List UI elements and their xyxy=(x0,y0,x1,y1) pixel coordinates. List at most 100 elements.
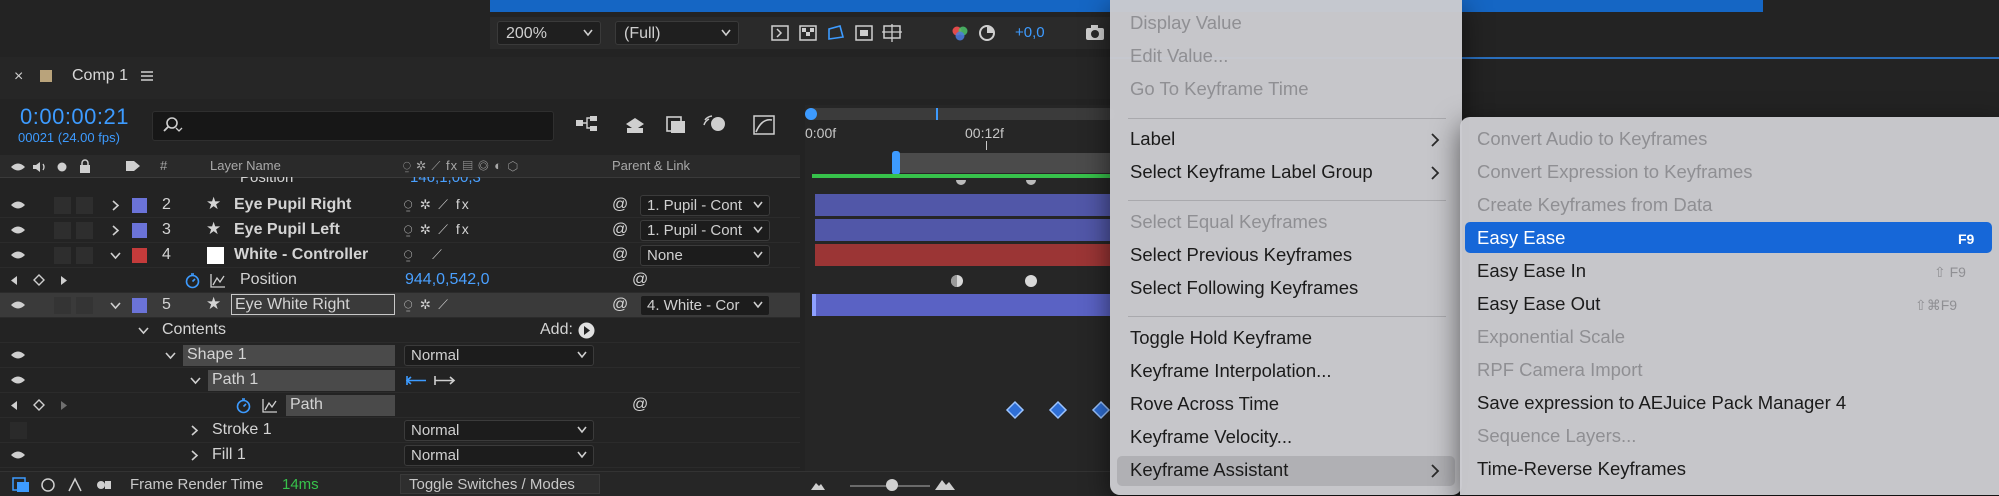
solo-toggle[interactable] xyxy=(54,222,71,239)
chevron-right-icon[interactable] xyxy=(112,200,120,211)
chevron-down-icon[interactable] xyxy=(110,302,121,310)
next-keyframe-icon[interactable] xyxy=(60,275,68,286)
blend-mode-select[interactable]: Normal xyxy=(404,445,594,466)
pickwhip-icon[interactable]: @ xyxy=(632,271,648,289)
chevron-right-icon[interactable] xyxy=(191,450,199,461)
pickwhip-icon[interactable]: @ xyxy=(612,221,628,239)
comp-flowchart-icon[interactable] xyxy=(574,112,600,138)
next-keyframe-icon[interactable] xyxy=(60,400,68,411)
menu-item-create-keyframes-from-data[interactable]: Create Keyframes from Data xyxy=(1477,194,1712,216)
keyframe-icon[interactable] xyxy=(1024,274,1038,288)
graph-icon[interactable] xyxy=(210,273,226,288)
menu-item-toggle-hold-keyframe[interactable]: Toggle Hold Keyframe xyxy=(1130,327,1312,349)
parent-select[interactable]: 1. Pupil - Cont xyxy=(640,220,770,241)
work-area-bar[interactable] xyxy=(805,108,1115,120)
stroke-1-row[interactable]: Stroke 1 Normal xyxy=(0,418,800,443)
parent-select[interactable]: None xyxy=(640,245,770,266)
path-direction-icon[interactable] xyxy=(406,374,428,387)
layer-name[interactable]: Eye Pupil Left xyxy=(234,221,340,239)
menu-item-rpf-camera-import[interactable]: RPF Camera Import xyxy=(1477,359,1643,381)
chevron-down-icon[interactable] xyxy=(110,252,121,260)
path-reverse-icon[interactable] xyxy=(434,374,456,387)
solo-icon[interactable] xyxy=(57,162,67,172)
graph-mini-icon[interactable] xyxy=(67,477,85,493)
layer-search-input[interactable] xyxy=(152,111,554,141)
layer-4-bar[interactable] xyxy=(815,244,1110,266)
layer-row-5[interactable]: 5 ★ Eye White Right ⍜ ✲ ⟋ @ 4. White - C… xyxy=(0,293,800,318)
menu-item-sequence-layers[interactable]: Sequence Layers... xyxy=(1477,425,1636,447)
zoom-out-mountain-icon[interactable] xyxy=(810,479,826,491)
stopwatch-icon[interactable] xyxy=(184,272,201,289)
layer-name[interactable]: White - Controller xyxy=(234,246,368,264)
exposure-value[interactable]: +0,0 xyxy=(1015,24,1045,41)
chevron-down-icon[interactable] xyxy=(190,377,201,385)
work-area-start-handle[interactable] xyxy=(805,108,817,120)
mask-path-icon[interactable] xyxy=(826,23,846,43)
camera-snapshot-icon[interactable] xyxy=(1085,24,1105,42)
position-value[interactable]: 944,0,542,0 xyxy=(405,271,490,289)
contents-row[interactable]: Contents Add: xyxy=(0,318,800,343)
region-of-interest-icon[interactable] xyxy=(854,23,874,43)
lock-icon[interactable] xyxy=(79,159,91,173)
menu-item-rove-across-time[interactable]: Rove Across Time xyxy=(1130,393,1279,415)
stroke-name[interactable]: Stroke 1 xyxy=(212,421,272,439)
grid-guides-icon[interactable] xyxy=(882,23,902,43)
blend-mode-select[interactable]: Normal xyxy=(404,420,594,441)
menu-item-go-to-keyframe-time[interactable]: Go To Keyframe Time xyxy=(1130,78,1309,100)
add-play-icon[interactable] xyxy=(578,322,595,339)
frame-blending-icon[interactable] xyxy=(663,112,689,138)
fast-preview-icon[interactable] xyxy=(770,23,790,43)
menu-item-select-label-group[interactable]: Select Keyframe Label Group xyxy=(1130,161,1373,183)
stopwatch-icon[interactable] xyxy=(235,397,252,414)
menu-item-select-following-keyframes[interactable]: Select Following Keyframes xyxy=(1130,277,1358,299)
solo-toggle[interactable] xyxy=(54,297,71,314)
resolution-select[interactable]: (Full) xyxy=(615,21,739,45)
menu-item-easy-ease[interactable]: Easy Ease xyxy=(1477,227,1565,249)
reset-exposure-icon[interactable] xyxy=(977,23,997,43)
eye-icon[interactable] xyxy=(10,375,26,385)
keyframe-selected-icon[interactable] xyxy=(1091,400,1111,420)
lock-toggle[interactable] xyxy=(76,247,93,264)
eye-icon[interactable] xyxy=(10,250,26,260)
layer-switches[interactable]: ⍜ ⟋ xyxy=(404,246,444,263)
audio-icon[interactable] xyxy=(31,160,49,174)
menu-item-select-equal-keyframes[interactable]: Select Equal Keyframes xyxy=(1130,211,1327,233)
layer-row-2[interactable]: 2 ★ Eye Pupil Right ⍜ ✲ ⟋ fx @ 1. Pupil … xyxy=(0,193,800,218)
layer-3-bar[interactable] xyxy=(815,219,1110,241)
lock-toggle[interactable] xyxy=(76,197,93,214)
layer-name-edit-field[interactable]: Eye White Right xyxy=(231,294,395,315)
label-swatch[interactable] xyxy=(132,298,147,313)
add-keyframe-icon[interactable] xyxy=(33,399,45,411)
layer-switches[interactable]: ⍜ ✲ ⟋ fx xyxy=(404,221,471,238)
menu-item-label[interactable]: Label xyxy=(1130,128,1175,150)
prev-keyframe-icon[interactable] xyxy=(10,275,18,286)
menu-item-select-previous-keyframes[interactable]: Select Previous Keyframes xyxy=(1130,244,1352,266)
lock-toggle[interactable] xyxy=(76,222,93,239)
fill-name[interactable]: Fill 1 xyxy=(212,446,246,464)
menu-item-convert-audio[interactable]: Convert Audio to Keyframes xyxy=(1477,128,1707,150)
eye-icon[interactable] xyxy=(10,225,26,235)
chevron-down-icon[interactable] xyxy=(165,352,176,360)
menu-item-easy-ease-in[interactable]: Easy Ease In xyxy=(1477,260,1586,282)
graph-editor-icon[interactable] xyxy=(752,112,778,138)
solo-toggle[interactable] xyxy=(54,247,71,264)
zoom-in-mountain-icon[interactable] xyxy=(934,477,956,491)
lock-toggle[interactable] xyxy=(76,297,93,314)
render-mini-icon[interactable] xyxy=(95,477,113,493)
layer-mini-icon[interactable] xyxy=(40,477,58,493)
close-tab-icon[interactable]: × xyxy=(14,68,23,86)
shape-1-row[interactable]: Shape 1 Normal xyxy=(0,343,800,368)
menu-item-keyframe-assistant[interactable]: Keyframe Assistant xyxy=(1130,459,1288,481)
current-time-display[interactable]: 0:00:00:21 xyxy=(20,104,129,130)
zoom-slider-thumb[interactable] xyxy=(886,479,898,491)
parent-select[interactable]: 4. White - Cor xyxy=(640,295,770,316)
layer-name[interactable]: Eye Pupil Right xyxy=(234,196,351,214)
layer-5-bar-handle[interactable] xyxy=(812,294,816,316)
path-group-field[interactable]: Path 1 xyxy=(208,370,395,391)
menu-item-save-expression-aejuice[interactable]: Save expression to AEJuice Pack Manager … xyxy=(1477,392,1846,414)
path-1-row[interactable]: Path 1 xyxy=(0,368,800,393)
shape-name-field[interactable]: Shape 1 xyxy=(183,345,395,366)
layer-switches[interactable]: ⍜ ✲ ⟋ fx xyxy=(404,196,471,213)
layer-5-bar[interactable] xyxy=(815,294,1110,316)
menu-item-keyframe-velocity[interactable]: Keyframe Velocity... xyxy=(1130,426,1292,448)
